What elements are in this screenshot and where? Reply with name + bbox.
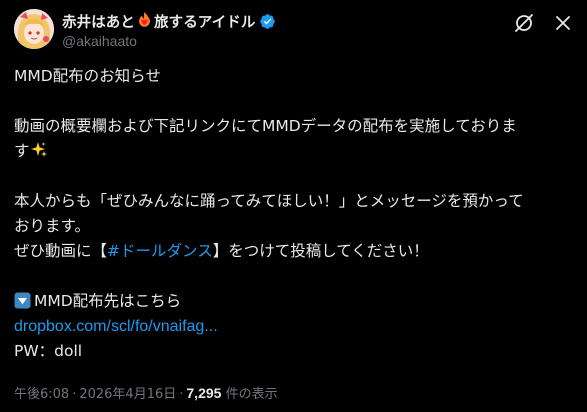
fire-heart-emoji-icon	[136, 11, 153, 32]
post-line: MMD配布のお知らせ	[14, 67, 161, 85]
display-name-part2[interactable]: 旅するアイドル	[154, 11, 255, 32]
hashtag-link[interactable]: #ドールダンス	[107, 242, 213, 260]
post-date[interactable]: 2026年4月16日	[79, 387, 176, 402]
post-time[interactable]: 午後6:08	[14, 387, 69, 402]
post-line: 動画の概要欄および下記リンクにてMMDデータの配布を実施しておりま	[14, 117, 517, 135]
grok-icon[interactable]	[513, 12, 535, 34]
dropbox-link[interactable]: dropbox.com/scl/fo/vnaifag...	[14, 318, 218, 335]
post-line-with-emoji: MMD配布先はこちら	[14, 289, 574, 314]
avatar[interactable]	[14, 9, 54, 49]
post-header: 赤井はあと 旅するアイドル @akaihaato	[14, 9, 573, 53]
post-line-text: MMD配布先はこちら	[34, 292, 182, 310]
separator-dot: ·	[72, 387, 77, 402]
display-name-row[interactable]: 赤井はあと 旅するアイドル	[62, 11, 276, 31]
post-line: おります。	[14, 217, 90, 235]
separator-dot: ·	[179, 387, 184, 402]
post-meta: 午後6:08 · 2026年4月16日 · 7,295 件の表示	[14, 383, 278, 402]
post-line-text: す	[14, 142, 30, 160]
post-line-with-emoji: す	[14, 139, 574, 164]
close-icon[interactable]	[553, 13, 573, 33]
view-count-label: 件の表示	[225, 387, 278, 402]
post-line: 本人からも「ぜひみんなに踊ってみてほしい！」とメッセージを預かって	[14, 192, 524, 210]
post-line-text: 】をつけて投稿してください！	[212, 242, 429, 260]
post-text: MMD配布のお知らせ 動画の概要欄および下記リンクにてMMDデータの配布を実施し…	[14, 64, 574, 364]
post-line: PW：doll	[14, 342, 83, 360]
view-count: 7,295	[186, 385, 222, 401]
post-line: dropbox.com/scl/fo/vnaifag...	[14, 314, 574, 339]
sparkles-icon	[30, 141, 48, 159]
author-handle[interactable]: @akaihaato	[62, 33, 276, 49]
post-card: 赤井はあと 旅するアイドル @akaihaato MMD配布のお知らせ 動画の概…	[0, 0, 587, 412]
verified-badge-icon	[259, 13, 276, 30]
avatar-image	[14, 9, 54, 49]
display-name-part1[interactable]: 赤井はあと	[62, 11, 135, 32]
down-arrow-button-icon	[14, 292, 31, 309]
author-names: 赤井はあと 旅するアイドル @akaihaato	[62, 11, 276, 49]
post-line-with-hashtag: ぜひ動画に【#ドールダンス】をつけて投稿してください！	[14, 239, 574, 264]
post-line-text: ぜひ動画に【	[14, 242, 108, 260]
